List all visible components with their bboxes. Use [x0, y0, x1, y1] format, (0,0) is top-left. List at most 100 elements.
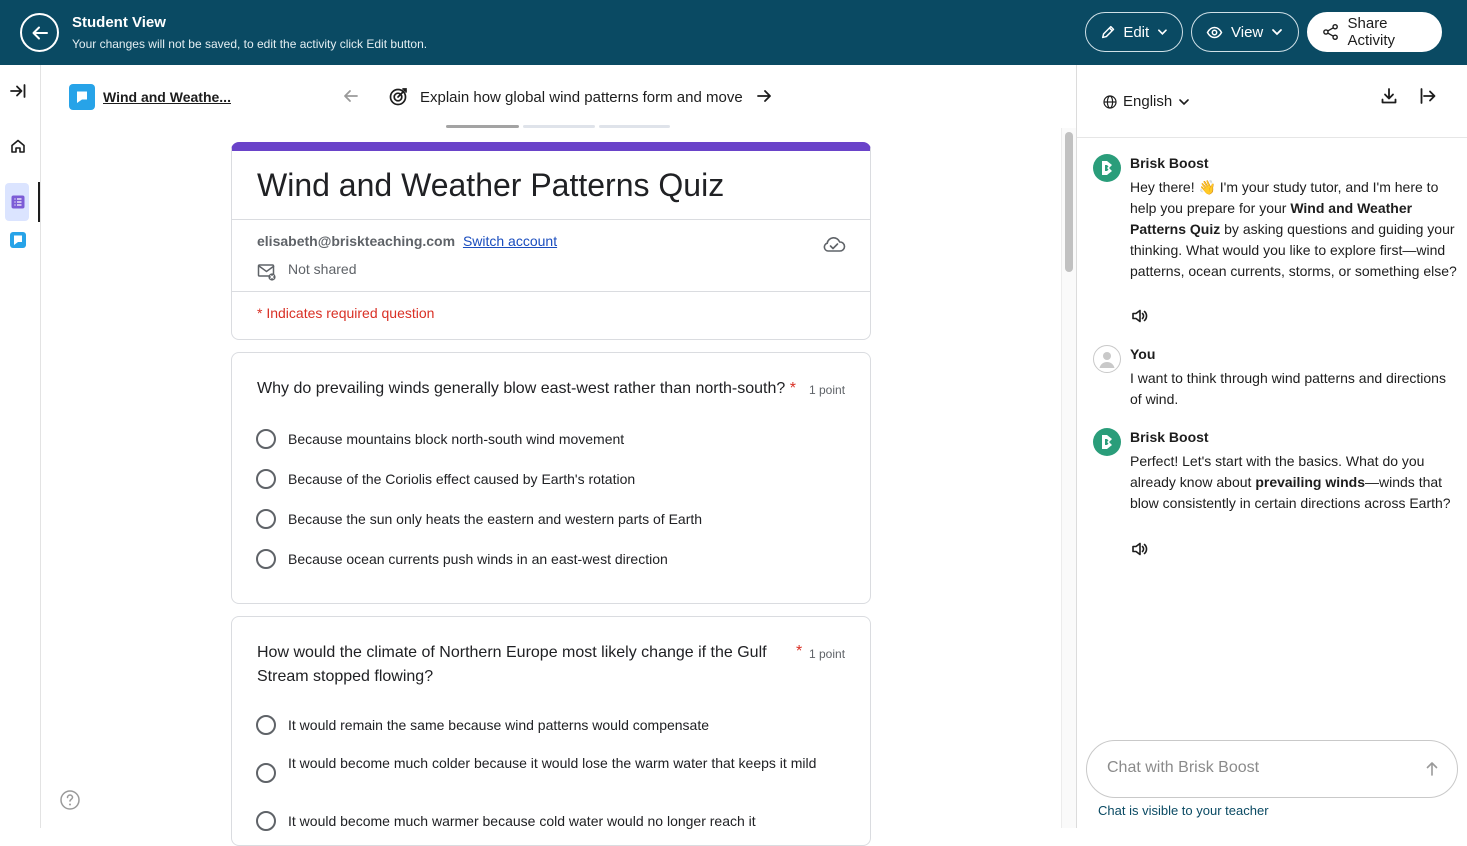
question-points: 1 point — [809, 383, 846, 397]
question-card: Why do prevailing winds generally blow e… — [231, 352, 871, 604]
pencil-icon — [1101, 25, 1115, 38]
activity-type-icon — [69, 84, 95, 110]
speaker-icon — [1132, 309, 1148, 323]
divider — [232, 291, 870, 292]
expand-rail-button[interactable] — [6, 79, 30, 103]
activity-button[interactable] — [6, 228, 30, 252]
arrow-left-icon — [344, 90, 358, 102]
radio-button[interactable] — [256, 429, 276, 449]
left-rail — [0, 65, 41, 828]
account-email: elisabeth@briskteaching.com — [257, 233, 456, 249]
share-activity-label: Share Activity — [1347, 15, 1396, 49]
activity-icon — [10, 232, 26, 248]
radio-button[interactable] — [256, 549, 276, 569]
brisk-boost-avatar — [1093, 154, 1121, 182]
answer-option-label: Because ocean currents push winds in an … — [288, 551, 668, 567]
view-button[interactable]: View — [1191, 12, 1299, 52]
language-selector[interactable]: English — [1103, 93, 1190, 110]
quiz-list-button[interactable] — [6, 190, 30, 214]
read-aloud-button[interactable] — [1131, 541, 1149, 562]
answer-option[interactable]: Because ocean currents push winds in an … — [256, 549, 668, 569]
radio-button[interactable] — [256, 509, 276, 529]
exit-panel-icon — [1420, 88, 1436, 104]
answer-option-label: It would become much warmer because cold… — [288, 813, 756, 829]
collapse-panel-button[interactable] — [1419, 87, 1437, 110]
radio-button[interactable] — [256, 715, 276, 735]
arrow-left-icon — [32, 26, 48, 39]
radio-button[interactable] — [256, 811, 276, 831]
message-text-bold: prevailing winds — [1255, 474, 1366, 490]
chevron-down-icon — [1272, 29, 1283, 36]
cloud-saved-icon — [822, 235, 846, 258]
answer-option-label: It would become much colder because it w… — [288, 755, 817, 771]
required-asterisk: * — [796, 643, 803, 660]
arrow-right-icon — [757, 90, 771, 102]
chat-message: Brisk Boost Hey there! 👋 I'm your study … — [1093, 154, 1457, 324]
answer-option[interactable]: Because the sun only heats the eastern a… — [256, 509, 702, 529]
chat-input-box — [1086, 740, 1458, 798]
answer-option[interactable]: It would become much colder because it w… — [256, 753, 828, 783]
download-icon — [1381, 88, 1397, 104]
language-label: English — [1123, 93, 1173, 110]
student-view-title: Student View — [72, 14, 166, 31]
switch-account-link[interactable]: Switch account — [463, 233, 557, 249]
user-icon — [1099, 352, 1115, 368]
read-aloud-button[interactable] — [1131, 308, 1149, 329]
chevron-down-icon — [1158, 29, 1168, 35]
back-button[interactable] — [20, 13, 59, 52]
answer-option[interactable]: Because of the Coriolis effect caused by… — [256, 469, 635, 489]
radio-button[interactable] — [256, 763, 276, 783]
question-text: Why do prevailing winds generally blow e… — [257, 377, 817, 401]
share-icon — [1323, 23, 1338, 41]
question-points: 1 point — [809, 647, 846, 661]
top-bar: Student View Your changes will not be sa… — [0, 0, 1467, 65]
view-label: View — [1231, 23, 1264, 41]
share-status: Not shared — [288, 261, 357, 277]
progress-step-2 — [523, 125, 595, 128]
activity-icon — [77, 91, 87, 103]
active-nav-indicator — [38, 182, 40, 222]
scrollbar-thumb[interactable] — [1065, 132, 1073, 272]
radio-button[interactable] — [256, 469, 276, 489]
answer-option[interactable]: Because mountains block north-south wind… — [256, 429, 624, 449]
user-avatar — [1093, 345, 1121, 373]
send-button[interactable] — [1425, 761, 1439, 782]
edit-button[interactable]: Edit — [1085, 12, 1183, 52]
download-button[interactable] — [1380, 87, 1398, 110]
divider — [232, 219, 870, 220]
next-goal-button[interactable] — [756, 88, 772, 109]
speaker-icon — [1132, 542, 1148, 556]
divider — [1077, 137, 1467, 138]
target-icon — [389, 86, 409, 111]
edit-label: Edit — [1123, 23, 1150, 41]
answer-option[interactable]: It would remain the same because wind pa… — [256, 715, 828, 735]
chat-visibility-note: Chat is visible to your teacher — [1098, 803, 1269, 818]
previous-goal-button[interactable] — [343, 88, 359, 109]
message-text: Perfect! Let's start with the basics. Wh… — [1130, 451, 1458, 514]
chat-panel: English Brisk Boost Hey there! 👋 I'm you… — [1076, 65, 1467, 828]
progress-step-1 — [446, 125, 519, 128]
brisk-logo-icon — [1102, 435, 1112, 449]
question-text-content: Why do prevailing winds generally blow e… — [257, 380, 786, 397]
chat-message: Brisk Boost Perfect! Let's start with th… — [1093, 428, 1453, 558]
progress-step-3 — [599, 125, 670, 128]
chat-input[interactable] — [1107, 759, 1407, 777]
home-button[interactable] — [6, 134, 30, 158]
share-activity-button[interactable]: Share Activity — [1307, 12, 1442, 52]
help-button[interactable] — [60, 790, 80, 815]
mail-off-icon — [257, 262, 277, 287]
question-text: How would the climate of Northern Europe… — [257, 644, 767, 685]
form-header-card: Wind and Weather Patterns Quiz elisabeth… — [231, 142, 871, 340]
answer-option[interactable]: It would become much warmer because cold… — [256, 811, 828, 831]
question-card: How would the climate of Northern Europe… — [231, 616, 871, 846]
chevron-down-icon — [1179, 98, 1190, 105]
arrow-up-icon — [1426, 762, 1438, 776]
message-sender: You — [1130, 346, 1156, 362]
answer-option-label: Because mountains block north-south wind… — [288, 431, 625, 447]
answer-option-label: It would remain the same because wind pa… — [288, 717, 710, 733]
account-line: elisabeth@briskteaching.com Switch accou… — [257, 233, 557, 249]
chat-message: You I want to think through wind pattern… — [1093, 345, 1453, 415]
expand-right-icon — [10, 84, 26, 98]
eye-icon — [1206, 26, 1223, 38]
activity-title-link[interactable]: Wind and Weathe... — [103, 89, 231, 105]
